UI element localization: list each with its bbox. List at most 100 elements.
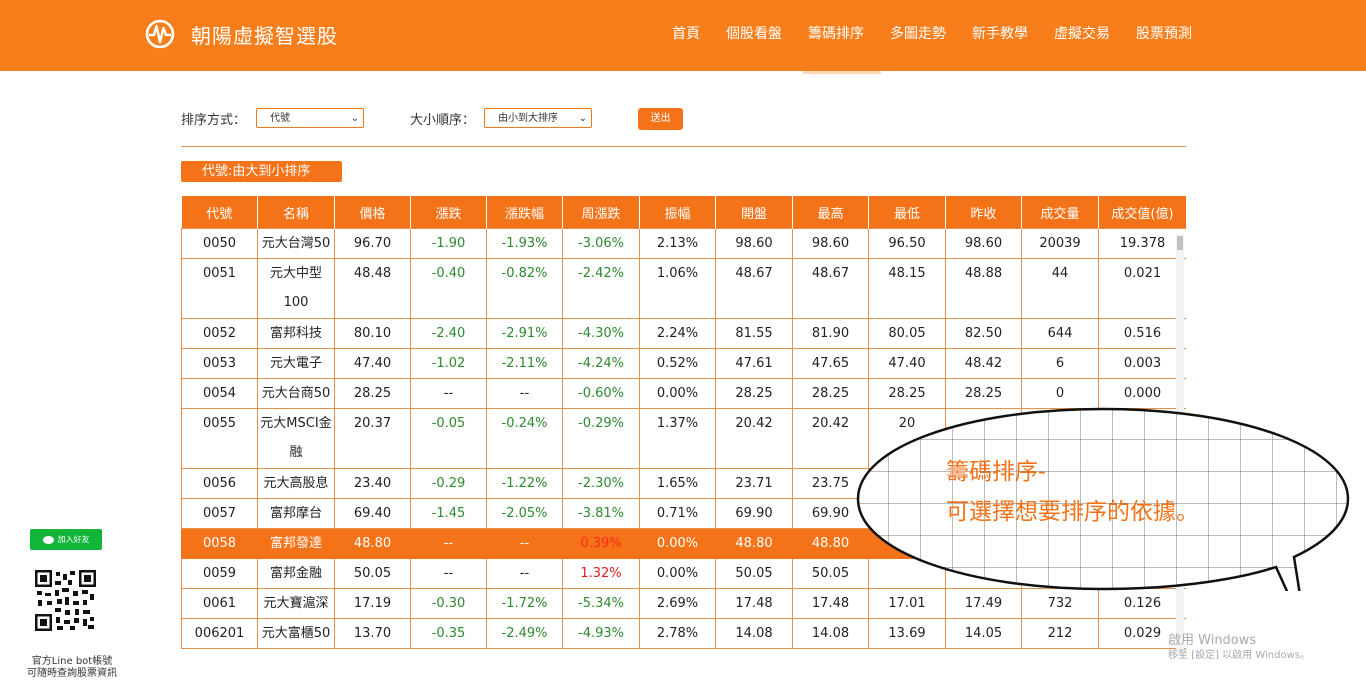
nav-prediction[interactable]: 股票預測	[1123, 0, 1205, 71]
table-cell: --	[486, 528, 563, 559]
table-row[interactable]: 006201 元大富櫃50 13.70 -0.35 -2.49% -4.93% 2.78% 1…	[181, 618, 1186, 649]
order-label: 大小順序：	[410, 113, 476, 128]
submit-button[interactable]: 送出	[638, 108, 683, 130]
table-cell: 2.24%	[639, 318, 716, 349]
table-cell: 28.25	[868, 378, 946, 409]
table-cell: -5.34%	[562, 588, 640, 619]
table-cell: -1.90	[410, 228, 487, 259]
table-cell: 0054	[181, 378, 258, 409]
table-cell: 19.378	[1098, 228, 1186, 259]
table-cell: 006201	[181, 618, 258, 649]
table-cell: 元大MSCI金融	[257, 408, 335, 469]
table-cell: -4.93%	[562, 618, 640, 649]
table-cell: 1.37%	[639, 408, 716, 469]
nav-home[interactable]: 首頁	[659, 0, 713, 71]
table-cell: -2.49%	[486, 618, 563, 649]
table-cell: -1.72%	[486, 588, 563, 619]
table-cell: 2.69%	[639, 588, 716, 619]
table-cell: 0051	[181, 258, 258, 319]
line-add-friend-button[interactable]: 加入好友	[30, 529, 102, 550]
order-select[interactable]: 由小到大排序 ⌄	[484, 108, 592, 128]
col-header[interactable]: 漲跌	[410, 196, 487, 229]
table-cell: 81.90	[792, 318, 869, 349]
table-cell: 28.25	[334, 378, 411, 409]
table-cell: 0.516	[1098, 318, 1186, 349]
table-row[interactable]: 0061 元大寶滬深 17.19 -0.30 -1.72% -5.34% 2.69% 17.4…	[181, 588, 1186, 619]
brand[interactable]: 朝陽虛擬智選股	[145, 19, 338, 49]
callout-line2: 可選擇想要排序的依據。	[946, 499, 1199, 525]
sort-by-value: 代號	[270, 113, 290, 124]
col-header[interactable]: 成交量	[1021, 196, 1099, 229]
table-cell: 23.71	[715, 468, 793, 499]
table-cell: 17.48	[792, 588, 869, 619]
nav-virtual-trade[interactable]: 虛擬交易	[1041, 0, 1123, 71]
table-cell: 98.60	[792, 228, 869, 259]
table-cell: 28.25	[715, 378, 793, 409]
table-cell: 80.10	[334, 318, 411, 349]
table-cell: 212	[1021, 618, 1099, 649]
table-cell: 47.40	[868, 348, 946, 379]
table-cell: 81.55	[715, 318, 793, 349]
table-cell: 48.67	[715, 258, 793, 319]
sort-by-label: 排序方式：	[181, 113, 247, 128]
table-cell: 48.67	[792, 258, 869, 319]
col-header[interactable]: 最高	[792, 196, 869, 229]
table-cell: -0.35	[410, 618, 487, 649]
table-cell: -0.05	[410, 408, 487, 469]
qr-code-icon[interactable]	[35, 570, 96, 631]
table-row[interactable]: 0054 元大台商50 28.25 -- -- -0.60% 0.00% 28.25 28.25…	[181, 378, 1186, 409]
table-cell: -2.91%	[486, 318, 563, 349]
scrollbar-thumb[interactable]	[1177, 236, 1183, 250]
col-header[interactable]: 價格	[334, 196, 411, 229]
table-cell: 732	[1021, 588, 1099, 619]
table-row[interactable]: 0052 富邦科技 80.10 -2.40 -2.91% -4.30% 2.24% 81.55…	[181, 318, 1186, 349]
table-cell: 1.32%	[562, 558, 640, 589]
table-cell: 17.48	[715, 588, 793, 619]
table-cell: -2.42%	[562, 258, 640, 319]
nav-chip-sort[interactable]: 籌碼排序	[795, 0, 881, 74]
callout-line1: 籌碼排序-	[946, 459, 1046, 485]
table-cell: --	[410, 378, 487, 409]
col-header[interactable]: 代號	[181, 196, 258, 229]
table-cell: 20039	[1021, 228, 1099, 259]
nav-stock-view[interactable]: 個股看盤	[713, 0, 795, 71]
col-header[interactable]: 振幅	[639, 196, 716, 229]
table-cell: -0.60%	[562, 378, 640, 409]
table-row[interactable]: 0053 元大電子 47.40 -1.02 -2.11% -4.24% 0.52% 47.61…	[181, 348, 1186, 379]
table-cell: 2.78%	[639, 618, 716, 649]
table-cell: 28.25	[792, 378, 869, 409]
brand-name: 朝陽虛擬智選股	[191, 23, 338, 48]
sort-status-badge: 代號:由大到小排序	[181, 161, 342, 182]
table-cell: 0.00%	[639, 528, 716, 559]
table-cell: 644	[1021, 318, 1099, 349]
col-header[interactable]: 最低	[868, 196, 946, 229]
table-cell: 14.05	[945, 618, 1022, 649]
callout-text: 籌碼排序- 可選擇想要排序的依據。	[946, 452, 1199, 532]
col-header[interactable]: 開盤	[715, 196, 793, 229]
table-cell: --	[486, 378, 563, 409]
table-cell: 元大台灣50	[257, 228, 335, 259]
table-cell: -0.30	[410, 588, 487, 619]
col-header[interactable]: 昨收	[945, 196, 1022, 229]
table-cell: 2.13%	[639, 228, 716, 259]
table-cell: 0.126	[1098, 588, 1186, 619]
sort-by-select[interactable]: 代號 ⌄	[256, 108, 364, 128]
nav-tutorial[interactable]: 新手教學	[959, 0, 1041, 71]
table-row[interactable]: 0050 元大台灣50 96.70 -1.90 -1.93% -3.06% 2.13% 98.…	[181, 228, 1186, 259]
table-cell: 1.65%	[639, 468, 716, 499]
table-cell: 0.003	[1098, 348, 1186, 379]
table-cell: 0.39%	[562, 528, 640, 559]
table-row[interactable]: 0051 元大中型100 48.48 -0.40 -0.82% -2.42% 1.06% 48…	[181, 258, 1186, 319]
qr-caption-line2: 可隨時查詢股票資訊	[27, 668, 117, 679]
chevron-down-icon: ⌄	[578, 113, 587, 124]
nav-multi-chart[interactable]: 多圖走勢	[877, 0, 959, 71]
col-header[interactable]: 成交值(億)	[1098, 196, 1186, 229]
table-cell: 80.05	[868, 318, 946, 349]
table-cell: 48.80	[715, 528, 793, 559]
table-cell: 1.06%	[639, 258, 716, 319]
col-header[interactable]: 周漲跌	[562, 196, 640, 229]
table-cell: 0	[1021, 378, 1099, 409]
col-header[interactable]: 漲跌幅	[486, 196, 563, 229]
table-cell: -4.24%	[562, 348, 640, 379]
col-header[interactable]: 名稱	[257, 196, 335, 229]
